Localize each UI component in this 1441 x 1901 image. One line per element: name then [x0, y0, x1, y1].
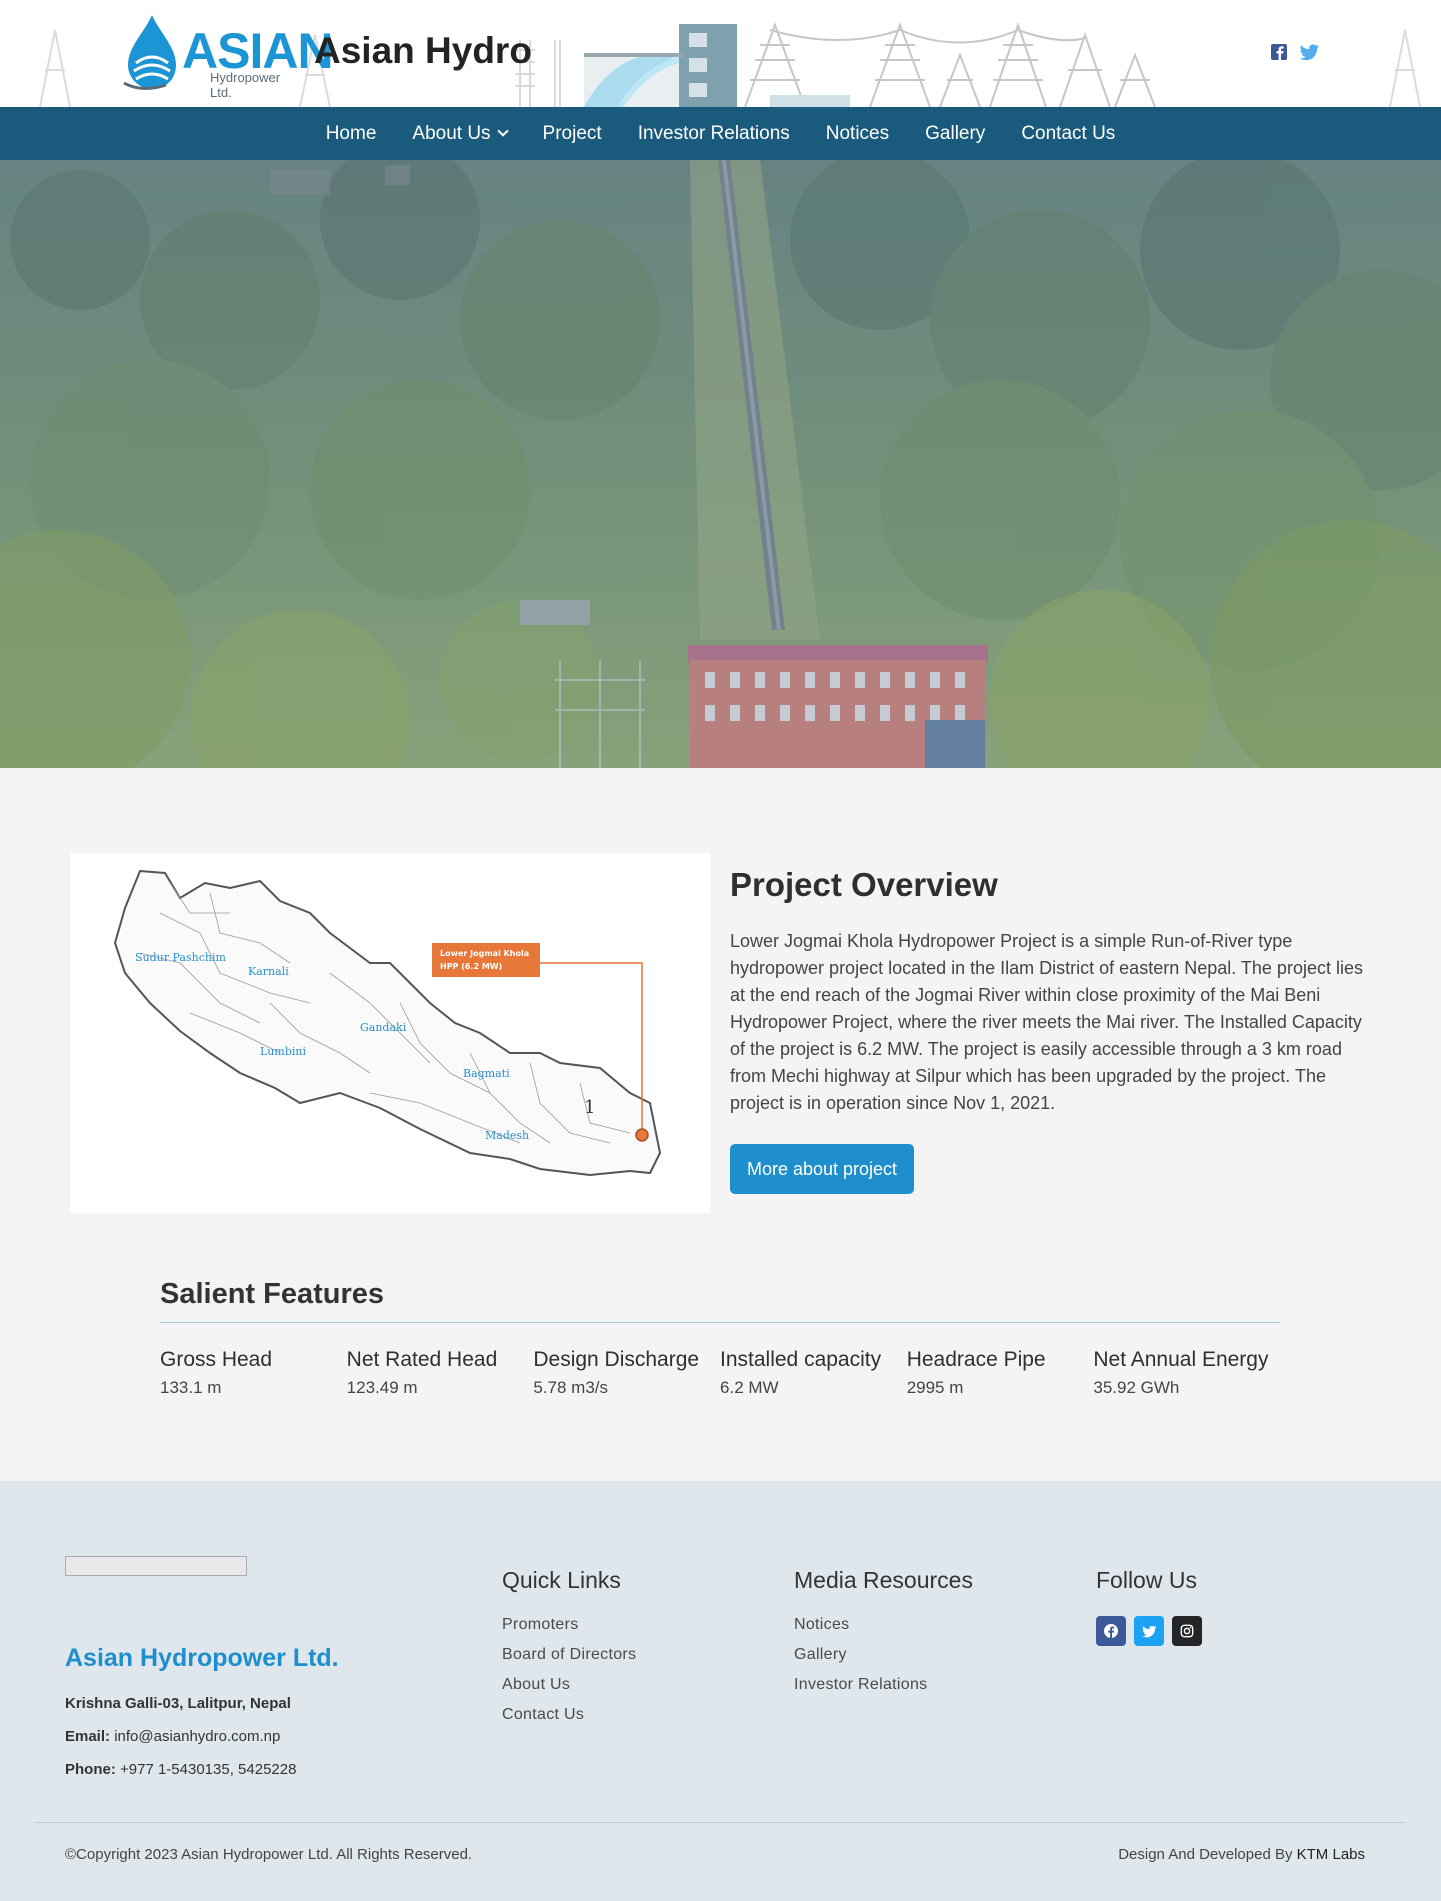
footer-follow-us: Follow Us — [1096, 1567, 1202, 1646]
footer-media-resources: Media Resources Notices Gallery Investor… — [794, 1567, 973, 1706]
footer-link-investor-relations[interactable]: Investor Relations — [794, 1676, 973, 1694]
footer-company-name: Asian Hydropower Ltd. — [65, 1644, 339, 1672]
map-label-karnali: Karnali — [248, 965, 289, 978]
facebook-icon[interactable] — [1270, 43, 1288, 61]
feature-headrace-pipe: Headrace Pipe 2995 m — [907, 1348, 1094, 1398]
map-label-bagmati: Bagmati — [463, 1067, 510, 1080]
feature-value: 35.92 GWh — [1093, 1378, 1180, 1397]
footer-email: Email: info@asianhydro.com.np — [65, 1728, 280, 1745]
logo-subtitle: Hydropower Ltd. — [210, 70, 281, 100]
nav-item-about-us[interactable]: About Us — [412, 122, 509, 145]
feature-label: Installed capacity — [720, 1348, 882, 1371]
footer-phone: Phone: +977 1-5430135, 5425228 — [65, 1761, 296, 1778]
feature-value: 133.1 m — [160, 1378, 222, 1397]
feature-gross-head: Gross Head 133.1 m — [160, 1348, 347, 1398]
footer-link-contact-us[interactable]: Contact Us — [502, 1706, 636, 1724]
water-drop-logo-icon — [123, 15, 176, 90]
footer-link-about-us[interactable]: About Us — [502, 1676, 636, 1694]
more-about-project-button[interactable]: More about project — [730, 1144, 914, 1194]
feature-label: Gross Head — [160, 1348, 273, 1371]
map-province-number: 1 — [584, 1097, 595, 1118]
developer-credit: Design And Developed By KTM Labs — [1118, 1846, 1365, 1863]
header-social-links — [1270, 43, 1319, 61]
quick-links-title: Quick Links — [502, 1567, 621, 1593]
nav-item-gallery[interactable]: Gallery — [925, 123, 985, 145]
feature-design-discharge: Design Discharge 5.78 m3/s — [533, 1348, 720, 1398]
footer-address: Krishna Galli-03, Lalitpur, Nepal — [65, 1695, 291, 1712]
site-footer: Asian Hydropower Ltd. Krishna Galli-03, … — [0, 1481, 1441, 1901]
footer-link-notices[interactable]: Notices — [794, 1616, 973, 1634]
nav-item-home[interactable]: Home — [326, 123, 377, 145]
nav-item-label: About Us — [412, 122, 491, 144]
email-label: Email: — [65, 1728, 111, 1745]
phone-label: Phone: — [65, 1761, 116, 1778]
nav-item-notices[interactable]: Notices — [826, 123, 889, 145]
feature-label: Net Annual Energy — [1093, 1348, 1269, 1371]
map-label-gandaki: Gandaki — [360, 1021, 407, 1034]
feature-installed-capacity: Installed capacity 6.2 MW — [720, 1348, 907, 1398]
footer-link-board-of-directors[interactable]: Board of Directors — [502, 1646, 636, 1664]
features-list: Gross Head 133.1 m Net Rated Head 123.49… — [160, 1348, 1280, 1398]
hero-image — [0, 160, 1441, 768]
main-navigation: Home About Us Project Investor Relations… — [0, 107, 1441, 160]
copyright-text: ©Copyright 2023 Asian Hydropower Ltd. Al… — [65, 1846, 473, 1863]
instagram-icon[interactable] — [1172, 1616, 1202, 1646]
address-text: Krishna Galli-03, Lalitpur, Nepal — [65, 1695, 291, 1712]
logo-word: ASIAN — [182, 23, 334, 79]
feature-label: Headrace Pipe — [906, 1348, 1046, 1371]
feature-value: 5.78 m3/s — [533, 1378, 608, 1397]
project-overview: Project Overview Lower Jogmai Khola Hydr… — [730, 866, 1370, 1117]
follow-us-title: Follow Us — [1096, 1567, 1197, 1593]
feature-label: Net Rated Head — [346, 1348, 498, 1371]
map-label-madesh: Madesh — [485, 1129, 529, 1142]
map-label-lumbini: Lumbini — [260, 1045, 306, 1058]
feature-label: Design Discharge — [533, 1348, 700, 1371]
salient-features: Salient Features Gross Head 133.1 m Net … — [160, 1278, 1280, 1398]
developer-link[interactable]: KTM Labs — [1297, 1846, 1365, 1863]
footer-quick-links: Quick Links Promoters Board of Directors… — [502, 1567, 636, 1736]
feature-value: 123.49 m — [346, 1378, 418, 1397]
site-title[interactable]: Asian Hydro — [314, 30, 532, 72]
email-link[interactable]: info@asianhydro.com.np — [114, 1728, 280, 1745]
nav-item-investor-relations[interactable]: Investor Relations — [638, 123, 790, 145]
salient-features-title: Salient Features — [160, 1278, 1280, 1323]
map-label-sudur-pashchim: Sudur Pashchim — [135, 951, 226, 964]
footer-logo-image-placeholder — [65, 1556, 247, 1576]
phone-number[interactable]: +977 1-5430135, 5425228 — [120, 1761, 296, 1778]
project-location-marker-icon — [635, 1128, 649, 1142]
footer-divider — [35, 1822, 1405, 1823]
media-resources-title: Media Resources — [794, 1567, 973, 1593]
feature-value: 2995 m — [906, 1378, 964, 1397]
twitter-icon[interactable] — [1134, 1616, 1164, 1646]
site-header: ASIAN Hydropower Ltd. Asian Hydro — [0, 0, 1441, 107]
feature-net-rated-head: Net Rated Head 123.49 m — [347, 1348, 534, 1398]
nav-item-contact-us[interactable]: Contact Us — [1021, 123, 1115, 145]
credit-prefix: Design And Developed By — [1118, 1846, 1293, 1863]
logo-wordmark: ASIAN Hydropower Ltd. — [182, 12, 334, 100]
chevron-down-icon — [496, 125, 509, 137]
facebook-icon[interactable] — [1096, 1616, 1126, 1646]
overview-title: Project Overview — [730, 866, 998, 903]
footer-link-gallery[interactable]: Gallery — [794, 1646, 973, 1664]
footer-link-promoters[interactable]: Promoters — [502, 1616, 636, 1634]
nav-item-project[interactable]: Project — [543, 123, 602, 145]
map-callout-line2: HPP (6.2 MW) — [440, 962, 502, 971]
map-callout-line1: Lower Jogmai Khola — [440, 949, 529, 958]
site-logo[interactable]: ASIAN Hydropower Ltd. — [122, 12, 334, 100]
feature-net-annual-energy: Net Annual Energy 35.92 GWh — [1093, 1348, 1280, 1398]
feature-value: 6.2 MW — [720, 1378, 779, 1397]
twitter-icon[interactable] — [1299, 43, 1319, 61]
project-location-map: Sudur Pashchim Karnali Gandaki Lumbini B… — [70, 853, 710, 1213]
overview-description: Lower Jogmai Khola Hydropower Project is… — [730, 931, 1363, 1113]
